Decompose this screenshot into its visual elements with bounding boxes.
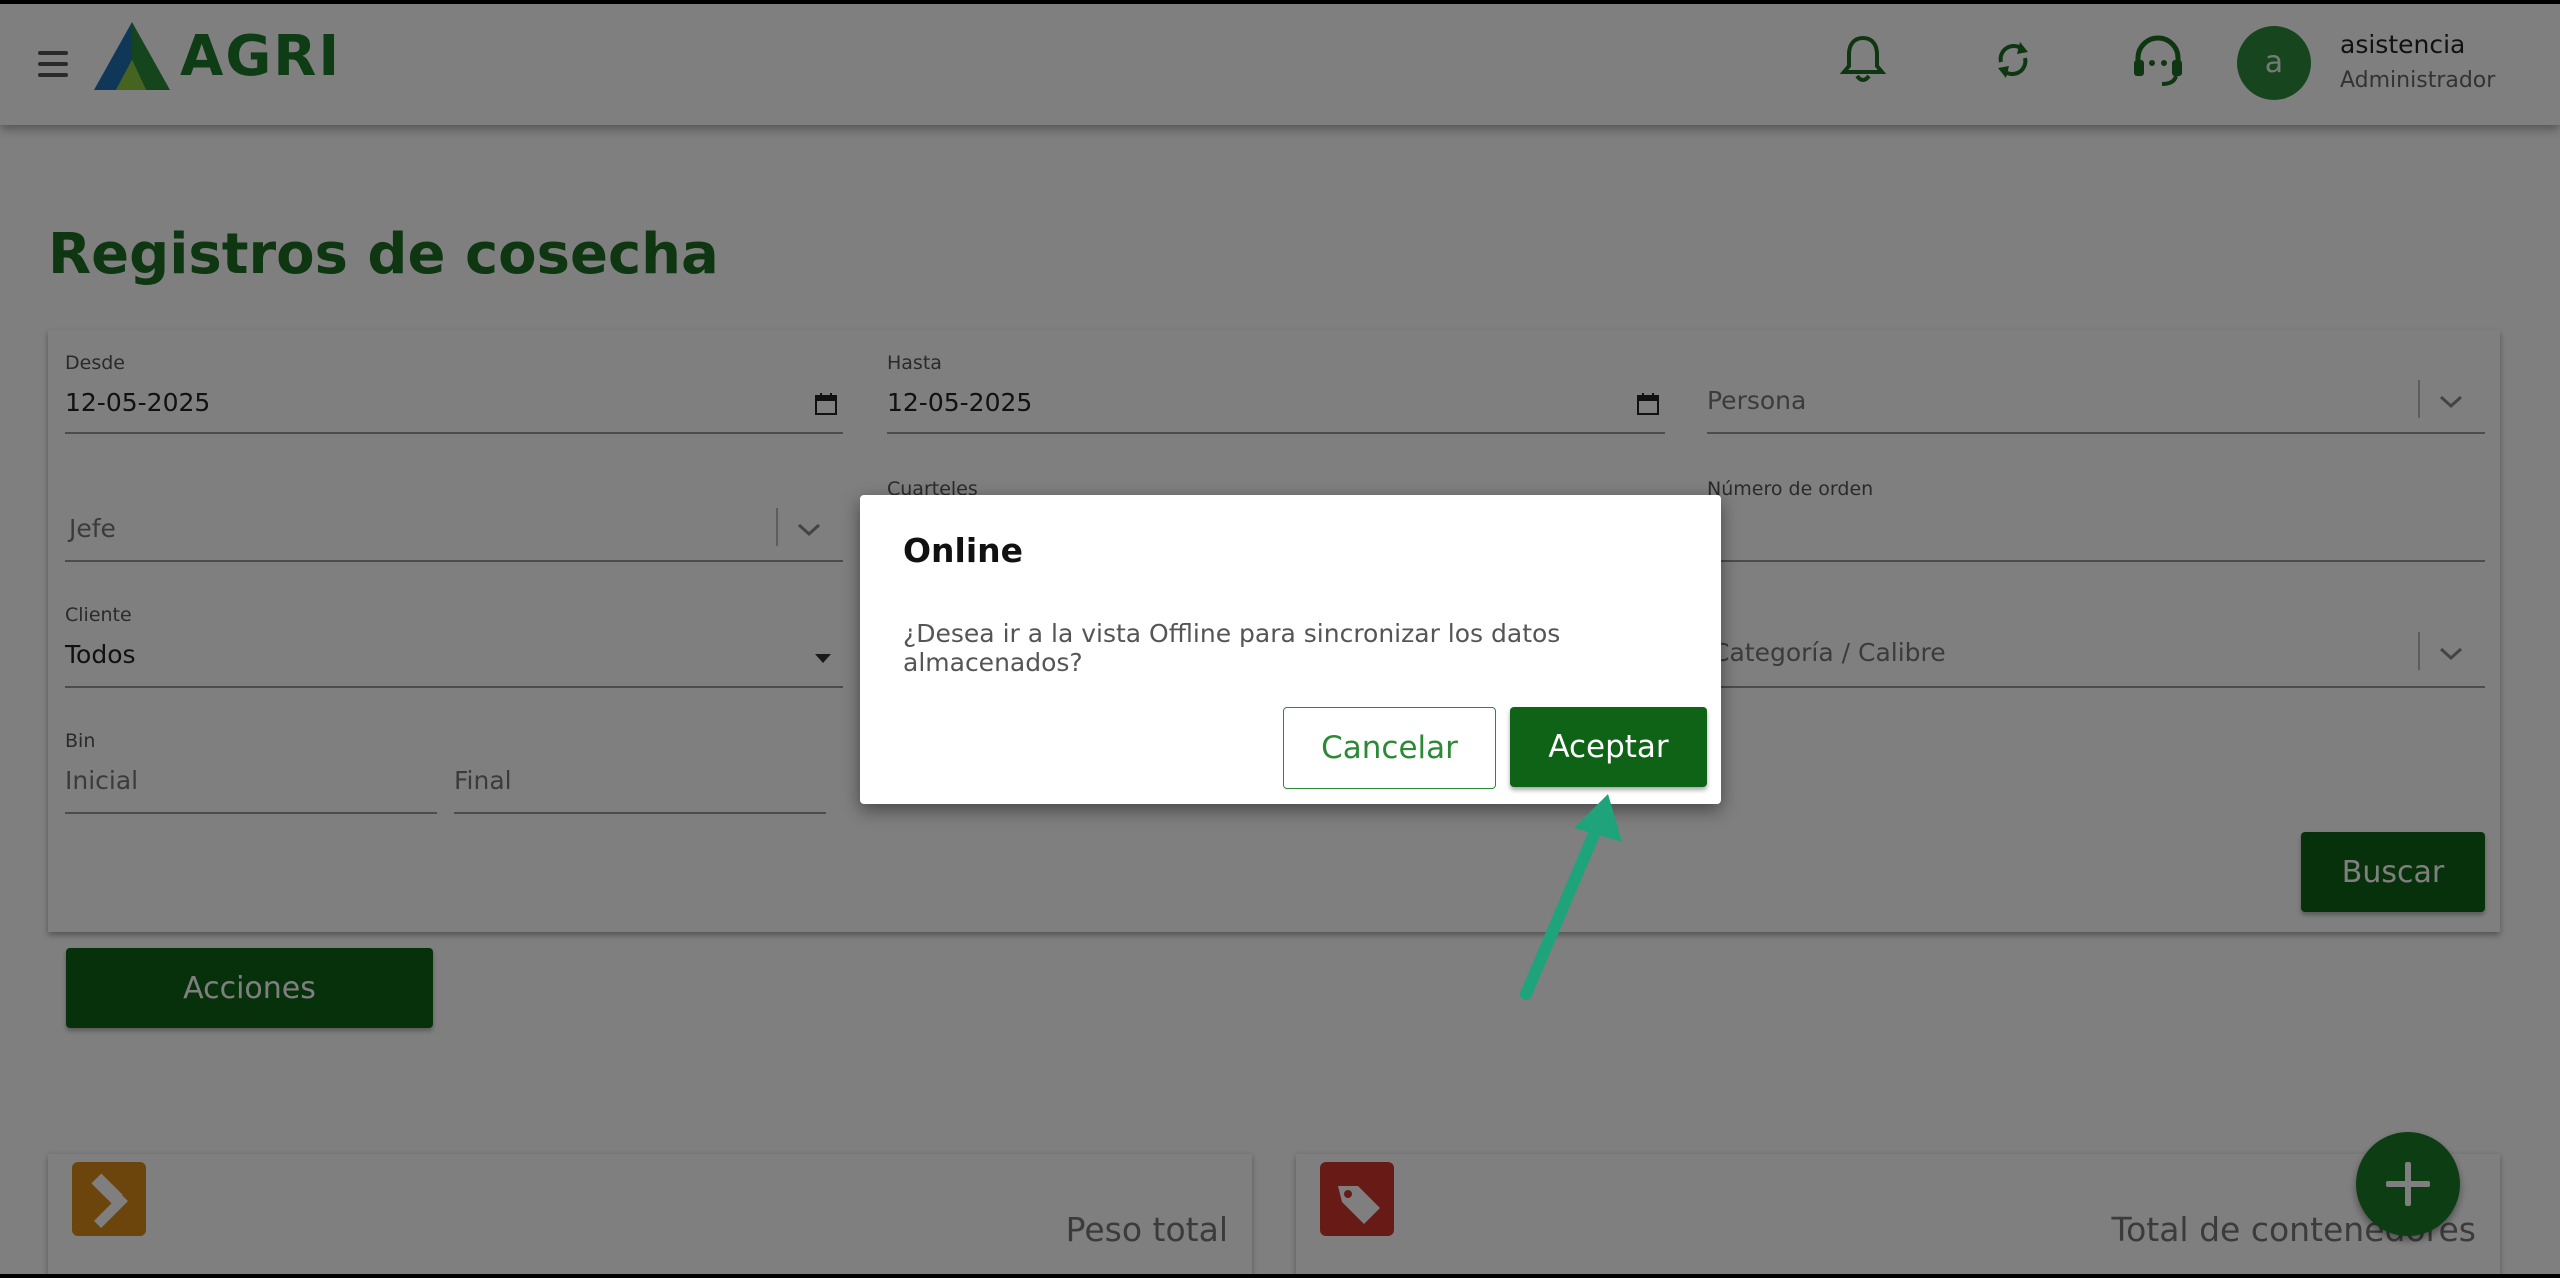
annotation-arrow-icon <box>1520 794 1622 1000</box>
accept-button[interactable]: Aceptar <box>1510 707 1707 787</box>
online-dialog: Online ¿Desea ir a la vista Offline para… <box>860 495 1721 804</box>
app-frame: AGRI a asistencia Administrador Registro… <box>0 4 2560 1274</box>
dialog-message: ¿Desea ir a la vista Offline para sincro… <box>903 619 1561 677</box>
cancel-button[interactable]: Cancelar <box>1283 707 1496 789</box>
dialog-title: Online <box>903 531 1024 570</box>
